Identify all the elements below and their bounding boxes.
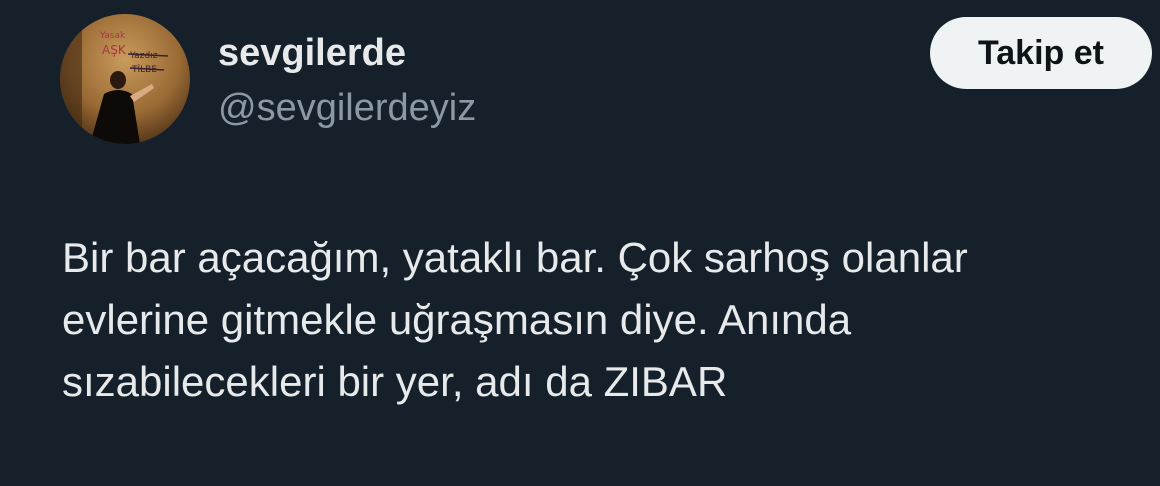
tweet-card: Yasak AŞK Yazdız TİLBE sevgilerde @sevgi… (0, 0, 1160, 486)
tweet-text-line: sızabilecekleri bir yer, adı da ZIBAR (62, 358, 728, 405)
avatar-wall-text: Yasak (99, 31, 126, 41)
user-handle[interactable]: @sevgilerdeyiz (218, 85, 476, 131)
follow-button[interactable]: Takip et (930, 17, 1152, 89)
profile-photo-icon: Yasak AŞK Yazdız TİLBE (60, 14, 190, 144)
tweet-text-line: evlerine gitmekle uğraşmasın diye. Anınd… (62, 296, 852, 343)
tweet-text-line: Bir bar açacağım, yataklı bar. Çok sarho… (62, 234, 968, 281)
display-name[interactable]: sevgilerde (218, 30, 406, 76)
avatar-wall-text: AŞK (102, 43, 127, 57)
avatar[interactable]: Yasak AŞK Yazdız TİLBE (60, 14, 190, 144)
tweet-text: Bir bar açacağım, yataklı bar. Çok sarho… (62, 227, 1152, 413)
